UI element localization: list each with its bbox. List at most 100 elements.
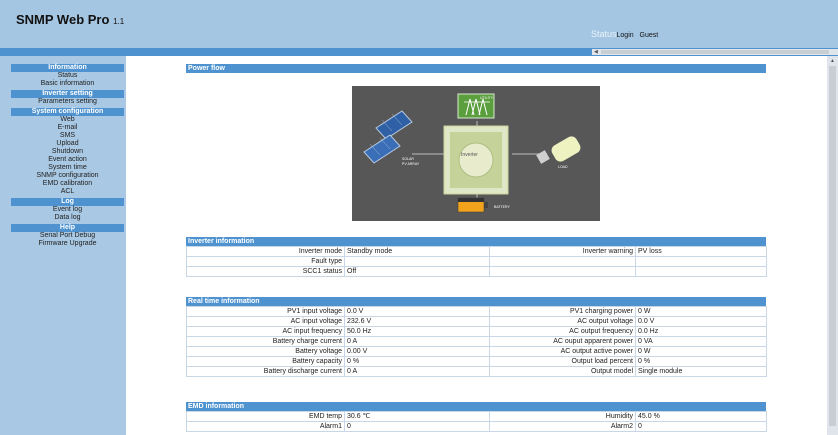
- field-value: 0 W: [635, 306, 767, 317]
- app-title: SNMP Web Pro 1.1: [16, 12, 124, 27]
- inverter-icon: Inverter: [443, 125, 509, 195]
- field-label: Battery capacity: [186, 356, 345, 367]
- horizontal-scrollbar[interactable]: ◀: [592, 49, 838, 55]
- power-flow-graphic: UTILITY Inverter SOLAR PV ARRAY LOAD BAT…: [352, 86, 600, 221]
- emd-info-table: EMD temp 30.6 ℃ Humidity 45.0 % Alarm1 0 Alarm…: [186, 411, 767, 432]
- field-label: Battery charge current: [186, 336, 345, 347]
- sidebar-item-sms[interactable]: SMS: [11, 132, 124, 140]
- sidebar-item-snmp-configuration[interactable]: SNMP configuration: [11, 172, 124, 180]
- table-row: Battery voltage 0.00 V AC output active po…: [186, 346, 767, 357]
- sidebar-item-e-mail[interactable]: E-mail: [11, 124, 124, 132]
- sidebar-item-system-time[interactable]: System time: [11, 164, 124, 172]
- field-label: Humidity: [489, 411, 636, 422]
- inverter-info-header: Inverter information: [186, 237, 766, 246]
- pv-array-label: PV ARRAY: [402, 162, 420, 166]
- realtime-info-header: Real time information: [186, 297, 766, 306]
- field-value: 0 VA: [635, 336, 767, 347]
- field-value: Standby mode: [344, 246, 490, 257]
- field-label: Fault type: [186, 256, 345, 267]
- field-label: Inverter warning: [489, 246, 636, 257]
- sidebar-item-parameters-setting[interactable]: Parameters setting: [11, 98, 124, 106]
- field-value: 0.0 V: [635, 316, 767, 327]
- solar-label: SOLAR: [402, 157, 414, 161]
- sidebar-item-shutdown[interactable]: Shutdown: [11, 148, 124, 156]
- field-label: AC output frequency: [489, 326, 636, 337]
- table-row: Battery discharge current 0 A Output model…: [186, 366, 767, 377]
- field-value: 0 %: [344, 356, 490, 367]
- field-value: PV loss: [635, 246, 767, 257]
- sidebar-section-system-configuration: System configuration: [11, 108, 124, 116]
- sidebar-menu: Information Status Basic information Invert…: [11, 62, 124, 248]
- table-row: EMD temp 30.6 ℃ Humidity 45.0 %: [186, 411, 767, 422]
- sidebar-item-data-log[interactable]: Data log: [11, 214, 124, 222]
- field-value: 30.6 ℃: [344, 411, 490, 422]
- table-row: PV1 input voltage 0.0 V PV1 charging power…: [186, 306, 767, 317]
- load-label: LOAD: [558, 165, 568, 169]
- table-row: AC input frequency 50.0 Hz AC output frequ…: [186, 326, 767, 337]
- field-label: AC input voltage: [186, 316, 345, 327]
- field-label: Alarm1: [186, 421, 345, 432]
- table-row: SCC1 status Off: [186, 266, 767, 277]
- table-row: AC input voltage 232.6 V AC output voltage…: [186, 316, 767, 327]
- utility-label: UTILITY: [480, 96, 494, 100]
- brand-version: 1.1: [113, 17, 125, 26]
- inverter-label: Inverter: [461, 152, 478, 158]
- vertical-scroll-thumb[interactable]: [829, 66, 836, 426]
- field-value: 45.0 %: [635, 411, 767, 422]
- sidebar-item-serial-port-debug[interactable]: Serial Port Debug: [11, 232, 124, 240]
- field-label: Battery voltage: [186, 346, 345, 357]
- sidebar-item-upload[interactable]: Upload: [11, 140, 124, 148]
- sidebar: Information Status Basic information Invert…: [0, 56, 124, 435]
- field-label: Output load percent: [489, 356, 636, 367]
- field-value: 0.0 V: [344, 306, 490, 317]
- field-value: [635, 256, 767, 267]
- login-link[interactable]: Login: [617, 32, 634, 39]
- sidebar-item-event-action[interactable]: Event action: [11, 156, 124, 164]
- table-row: Fault type: [186, 256, 767, 267]
- sidebar-item-event-log[interactable]: Event log: [11, 206, 124, 214]
- scroll-left-icon[interactable]: ◀: [594, 49, 598, 55]
- field-label: PV1 charging power: [489, 306, 636, 317]
- main-content: Power flow UTILITY Inverter SOLAR PV ARR…: [126, 56, 827, 435]
- scroll-thumb[interactable]: [601, 50, 829, 54]
- sidebar-item-acl[interactable]: ACL: [11, 188, 124, 196]
- scroll-up-icon[interactable]: ▲: [830, 58, 835, 64]
- field-label: AC input frequency: [186, 326, 345, 337]
- inverter-info-table: Inverter mode Standby mode Inverter warnin…: [186, 246, 767, 277]
- field-label: Battery discharge current: [186, 366, 345, 377]
- status-area: StatusLogin Guest: [591, 29, 658, 39]
- sidebar-item-firmware-upgrade[interactable]: Firmware Upgrade: [11, 240, 124, 248]
- top-header: SNMP Web Pro 1.1 StatusLogin Guest: [0, 0, 838, 48]
- emd-info-header: EMD information: [186, 402, 766, 411]
- field-label: SCC1 status: [186, 266, 345, 277]
- field-value: 0 %: [635, 356, 767, 367]
- field-value: 0: [344, 421, 490, 432]
- utility-icon: UTILITY: [457, 93, 495, 119]
- sidebar-item-emd-calibration[interactable]: EMD calibration: [11, 180, 124, 188]
- power-flow-diagram: UTILITY Inverter SOLAR PV ARRAY LOAD BAT…: [352, 86, 600, 221]
- field-label: AC ouput apparent power: [489, 336, 636, 347]
- sidebar-item-status[interactable]: Status: [11, 72, 124, 80]
- status-label: Status: [591, 29, 617, 39]
- realtime-info-table: PV1 input voltage 0.0 V PV1 charging power…: [186, 306, 767, 377]
- field-value: 0 W: [635, 346, 767, 357]
- field-value: 232.6 V: [344, 316, 490, 327]
- field-label: Inverter mode: [186, 246, 345, 257]
- field-value: 0.0 Hz: [635, 326, 767, 337]
- field-value: [635, 266, 767, 277]
- field-value: [344, 256, 490, 267]
- table-row: Alarm1 0 Alarm2 0: [186, 421, 767, 432]
- field-label: [489, 266, 636, 277]
- sidebar-section-information: Information: [11, 64, 124, 72]
- table-row: Battery charge current 0 A AC ouput appare…: [186, 336, 767, 347]
- brand-name: SNMP Web Pro: [16, 12, 110, 27]
- battery-label: BATTERY: [494, 205, 510, 209]
- field-value: 0: [635, 421, 767, 432]
- field-value: Off: [344, 266, 490, 277]
- sidebar-item-basic-information[interactable]: Basic information: [11, 80, 124, 88]
- field-value: Single module: [635, 366, 767, 377]
- sidebar-item-web[interactable]: Web: [11, 116, 124, 124]
- vertical-scrollbar[interactable]: ▲: [827, 56, 838, 435]
- field-value: 50.0 Hz: [344, 326, 490, 337]
- field-label: Alarm2: [489, 421, 636, 432]
